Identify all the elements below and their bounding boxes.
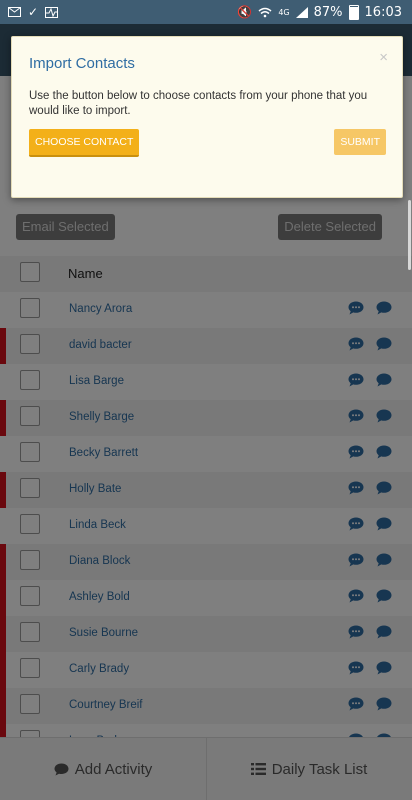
wifi-icon xyxy=(258,7,272,17)
gmail-icon xyxy=(8,7,21,17)
modal-title: Import Contacts xyxy=(29,55,135,72)
modal-description: Use the button below to choose contacts … xyxy=(29,90,368,117)
import-contacts-modal: Import Contacts × Use the button below t… xyxy=(11,36,403,198)
close-icon[interactable]: × xyxy=(379,49,388,66)
signal-icon xyxy=(295,6,308,18)
battery-icon xyxy=(348,4,359,20)
check-icon: ✓ xyxy=(28,5,39,19)
battery-percent: 87% xyxy=(313,4,343,20)
mute-icon: 🔇 xyxy=(237,5,253,19)
clock: 16:03 xyxy=(364,4,402,20)
submit-button[interactable]: SUBMIT xyxy=(334,129,386,155)
scrollbar[interactable] xyxy=(408,200,411,270)
network-type: 4G xyxy=(278,7,290,17)
activity-icon xyxy=(45,6,59,18)
choose-contact-button[interactable]: CHOOSE CONTACT xyxy=(29,129,140,157)
status-bar: ✓ 🔇 4G 87% 16:03 xyxy=(0,0,412,24)
